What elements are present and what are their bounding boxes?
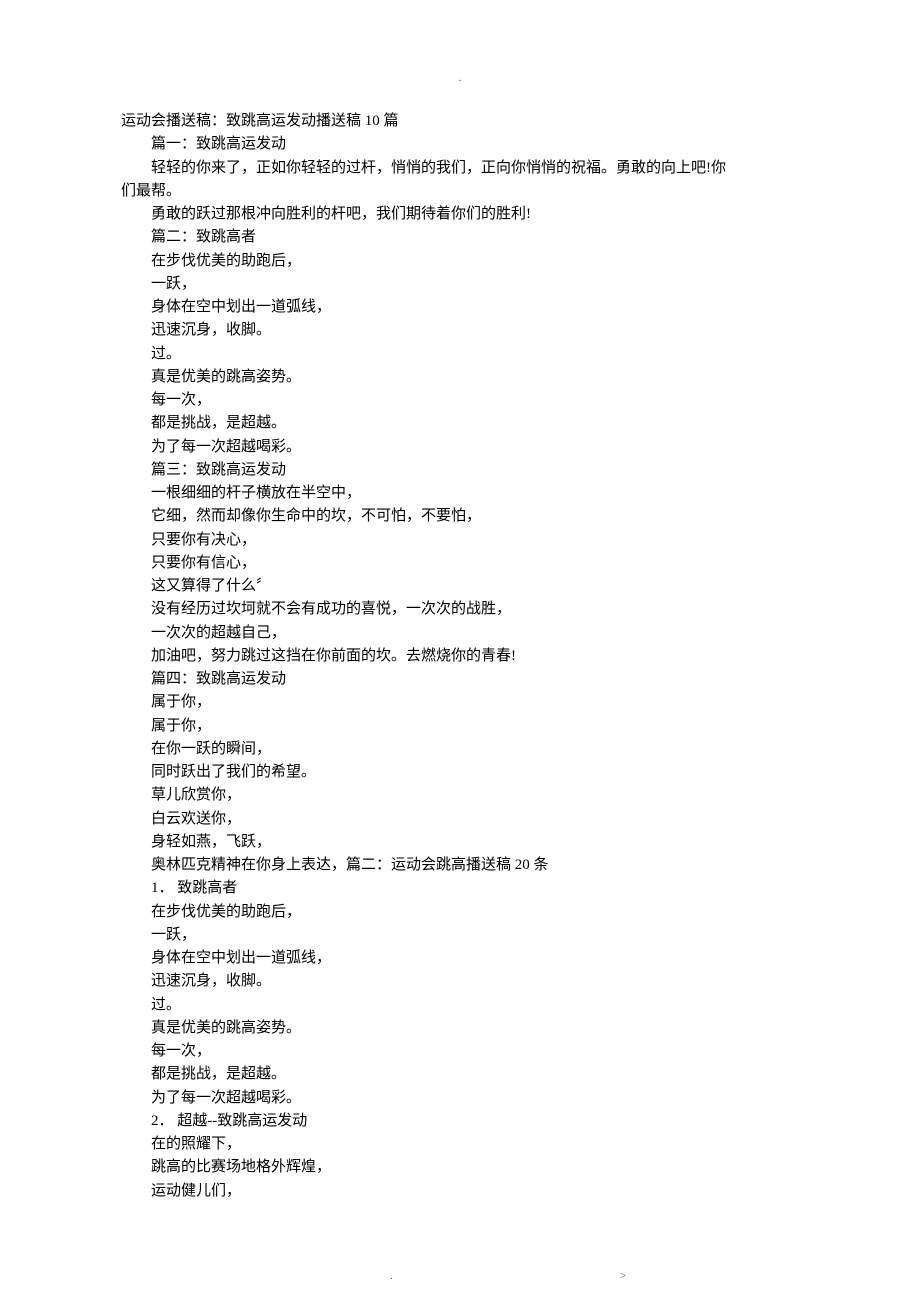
- text-line: 真是优美的跳高姿势。: [121, 1017, 820, 1040]
- text-line: 在的照耀下，: [121, 1133, 820, 1156]
- text-line: 迅速沉身，收脚。: [121, 970, 820, 993]
- text-line: 属于你，: [121, 691, 820, 714]
- text-line: 过。: [121, 343, 820, 366]
- text-line: 草儿欣赏你，: [121, 784, 820, 807]
- text-line: 加油吧，努力跳过这挡在你前面的坎。去燃烧你的青春!: [121, 645, 820, 668]
- text-line: 在步伐优美的助跑后，: [121, 901, 820, 924]
- text-line: 同时跃出了我们的希望。: [121, 761, 820, 784]
- text-line: 都是挑战，是超越。: [121, 412, 820, 435]
- footer-dot: .: [390, 1268, 393, 1285]
- text-line: 奥林匹克精神在你身上表达，篇二：运动会跳高播送稿 20 条: [121, 854, 820, 877]
- text-line: 都是挑战，是超越。: [121, 1063, 820, 1086]
- document-content: 运动会播送稿：致跳高运发动播送稿 10 篇 篇一：致跳高运发动 轻轻的你来了，正…: [0, 110, 920, 1203]
- text-line: 白云欢送你，: [121, 808, 820, 831]
- text-line: 跳高的比赛场地格外辉煌，: [121, 1156, 820, 1179]
- text-line: 在步伐优美的助跑后，: [121, 250, 820, 273]
- document-title: 运动会播送稿：致跳高运发动播送稿 10 篇: [121, 110, 820, 133]
- text-line: 为了每一次超越喝彩。: [121, 1087, 820, 1110]
- text-line: 每一次，: [121, 389, 820, 412]
- text-line: 篇二：致跳高者: [121, 226, 820, 249]
- text-line: 这又算得了什么〞: [121, 575, 820, 598]
- text-line: 身轻如燕，飞跃，: [121, 831, 820, 854]
- text-line: 们最帮。: [121, 180, 820, 203]
- text-line: 勇敢的跃过那根冲向胜利的杆吧，我们期待着你们的胜利!: [121, 203, 820, 226]
- text-line: 迅速沉身，收脚。: [121, 319, 820, 342]
- text-line: 一跃，: [121, 924, 820, 947]
- text-line: 2． 超越--致跳高运发动: [121, 1110, 820, 1133]
- text-line: 真是优美的跳高姿势。: [121, 366, 820, 389]
- text-line: 没有经历过坎坷就不会有成功的喜悦，一次次的战胜，: [121, 598, 820, 621]
- text-line: 身体在空中划出一道弧线，: [121, 296, 820, 319]
- text-line: 过。: [121, 994, 820, 1017]
- text-line: 一次次的超越自己，: [121, 622, 820, 645]
- text-line: 一根细细的杆子横放在半空中，: [121, 482, 820, 505]
- text-line: 篇一：致跳高运发动: [121, 133, 820, 156]
- text-line: 身体在空中划出一道弧线，: [121, 947, 820, 970]
- text-line: 在你一跃的瞬间，: [121, 738, 820, 761]
- text-line: 属于你，: [121, 715, 820, 738]
- text-line: 篇四：致跳高运发动: [121, 668, 820, 691]
- text-line: 篇三：致跳高运发动: [121, 459, 820, 482]
- text-line: 每一次，: [121, 1040, 820, 1063]
- top-mark: .: [0, 70, 920, 87]
- text-line: 轻轻的你来了，正如你轻轻的过杆，悄悄的我们，正向你悄悄的祝福。勇敢的向上吧!你: [121, 157, 820, 180]
- text-line: 运动健儿们，: [121, 1180, 820, 1203]
- footer-angle: >: [620, 1268, 626, 1285]
- text-line: 一跃，: [121, 273, 820, 296]
- text-line: 只要你有信心，: [121, 552, 820, 575]
- text-line: 它细，然而却像你生命中的坎，不可怕，不要怕，: [121, 505, 820, 528]
- text-line: 1． 致跳高者: [121, 877, 820, 900]
- text-line: 只要你有决心，: [121, 529, 820, 552]
- text-line: 为了每一次超越喝彩。: [121, 436, 820, 459]
